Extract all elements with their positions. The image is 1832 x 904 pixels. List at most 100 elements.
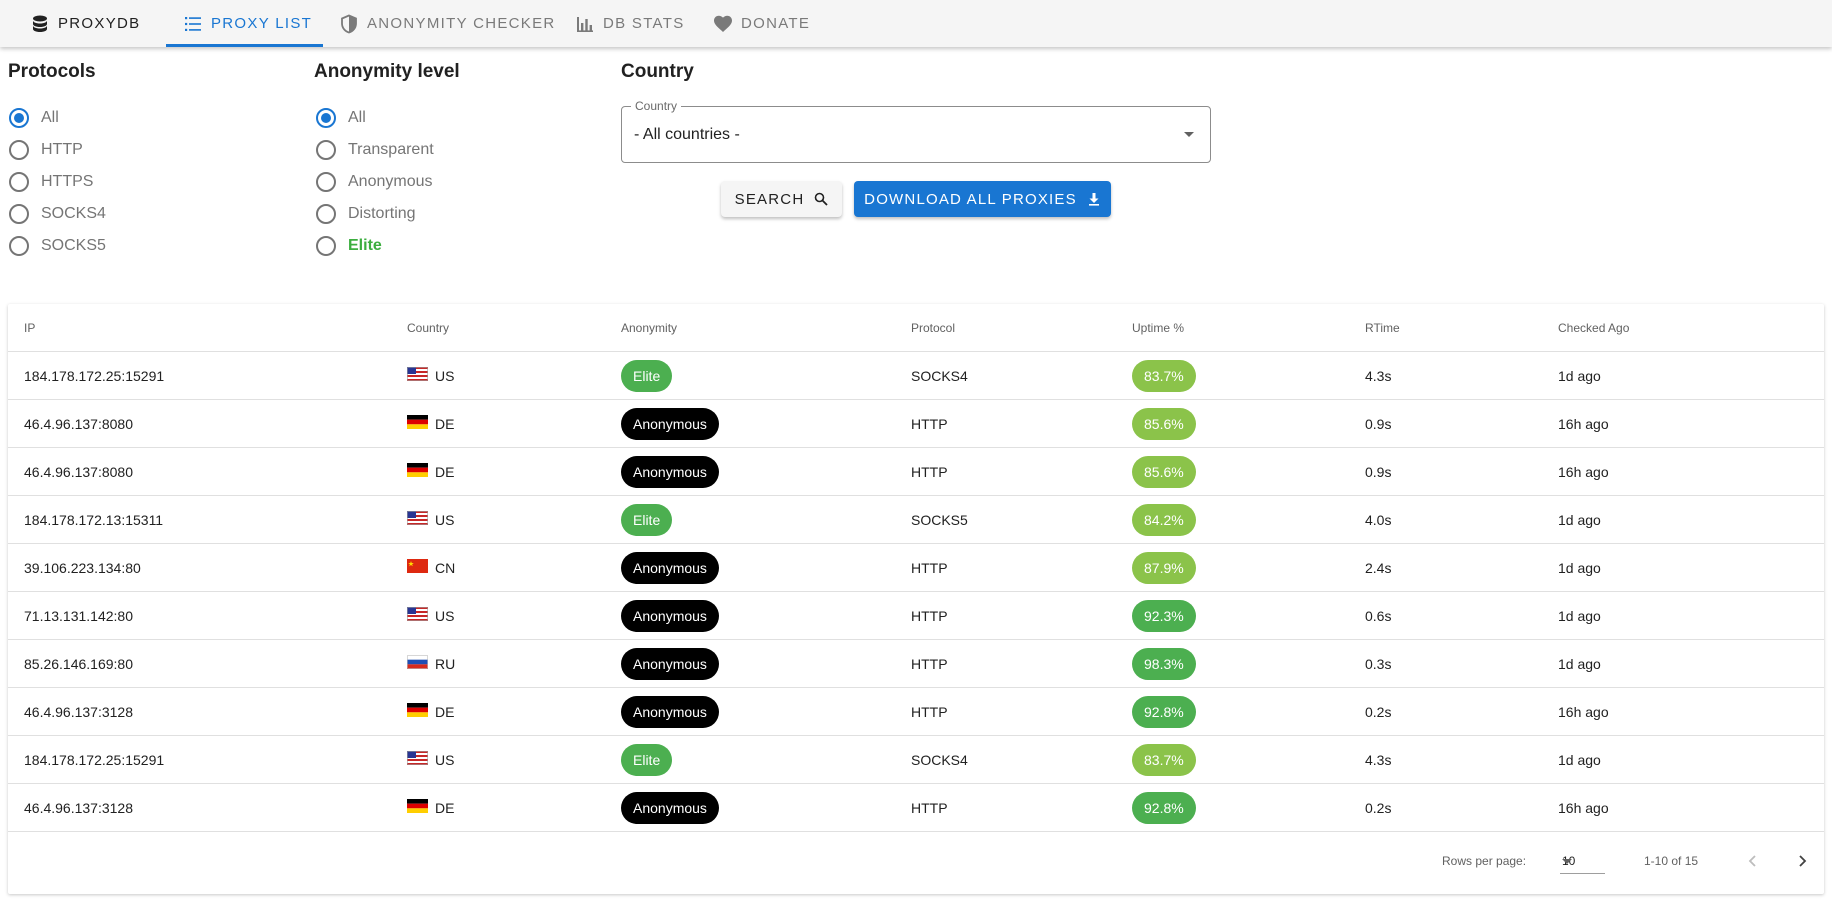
rows-per-page-select[interactable]: 10 [1560,848,1605,874]
column-header-checked-ago[interactable]: Checked Ago [1558,321,1629,335]
country-cell: CN [407,559,456,576]
top-app-bar: PROXYDB PROXY LIST ANONYMITY CHECKER DB … [0,0,1832,47]
protocol-radio-socks5[interactable]: SOCKS5 [9,236,106,256]
country-cell: DE [407,799,454,816]
anonymity-radio-distorting[interactable]: Distorting [316,204,416,224]
table-row[interactable]: 46.4.96.137:8080 DE Anonymous HTTP 85.6% 0.9s… [8,400,1824,448]
table-row[interactable]: 46.4.96.137:8080 DE Anonymous HTTP 85.6% 0.9s… [8,448,1824,496]
country-cell: US [407,511,455,528]
uptime-badge: 85.6% [1132,408,1196,440]
column-header-protocol[interactable]: Protocol [911,321,955,335]
protocols-title: Protocols [8,61,96,82]
country-code: US [435,608,455,624]
table-row[interactable]: 184.178.172.25:15291 US Elite SOCKS4 83.7% 4.… [8,736,1824,784]
checked-ago-cell: 1d ago [1558,752,1601,768]
protocol-option-label: HTTP [41,141,83,158]
anonymity-badge: Anonymous [621,648,719,680]
dropdown-arrow-icon [1562,859,1572,864]
flag-de-icon [407,415,428,430]
previous-page-button[interactable] [1739,847,1767,875]
column-header-uptime[interactable]: Uptime % [1132,321,1184,335]
brand-logo[interactable]: PROXYDB [30,0,140,47]
table-row[interactable]: 46.4.96.137:3128 DE Anonymous HTTP 92.8% 0.2s… [8,784,1824,832]
search-icon [815,192,828,206]
tab-anonymity-checker[interactable]: ANONYMITY CHECKER [339,0,556,47]
rtime-cell: 0.3s [1365,656,1392,672]
tab-db-stats[interactable]: DB STATS [575,0,685,47]
table-row[interactable]: 46.4.96.137:3128 DE Anonymous HTTP 92.8% 0.2s… [8,688,1824,736]
rtime-cell: 4.3s [1365,368,1392,384]
column-header-rtime[interactable]: RTime [1365,321,1400,335]
rtime-cell: 4.3s [1365,752,1392,768]
uptime-badge: 84.2% [1132,504,1196,536]
tab-db-stats-label: DB STATS [603,15,685,32]
flag-cn-icon [407,559,428,574]
tab-anonymity-checker-label: ANONYMITY CHECKER [367,15,556,32]
search-button[interactable]: SEARCH [721,181,842,217]
protocol-radio-socks4[interactable]: SOCKS4 [9,204,106,224]
active-tab-indicator [166,44,323,47]
ip-cell: 46.4.96.137:3128 [24,800,133,816]
country-code: CN [435,560,456,576]
proxy-table: IP Country Anonymity Protocol Uptime % R… [8,304,1824,894]
tab-donate-label: DONATE [741,15,811,32]
rtime-cell: 0.2s [1365,704,1392,720]
column-header-country[interactable]: Country [407,321,449,335]
protocol-radio-all[interactable]: All [9,108,59,128]
protocol-radio-https[interactable]: HTTPS [9,172,93,192]
radio-unchecked-icon [316,140,336,160]
search-button-label: SEARCH [734,190,805,208]
ip-cell: 184.178.172.25:15291 [24,752,165,768]
tab-proxy-list[interactable]: PROXY LIST [183,0,312,47]
table-row[interactable]: 85.26.146.169:80 RU Anonymous HTTP 98.3% 0.3s… [8,640,1824,688]
uptime-badge: 87.9% [1132,552,1196,584]
uptime-badge: 85.6% [1132,456,1196,488]
anonymity-radio-anonymous[interactable]: Anonymous [316,172,433,192]
ip-cell: 71.13.131.142:80 [24,608,133,624]
tab-proxy-list-label: PROXY LIST [211,15,313,32]
list-icon [185,16,201,31]
anonymity-radio-transparent[interactable]: Transparent [316,140,434,160]
flag-de-icon [407,703,428,718]
protocol-cell: HTTP [911,560,948,576]
table-row[interactable]: 39.106.223.134:80 CN Anonymous HTTP 87.9% 2.4… [8,544,1824,592]
protocol-cell: HTTP [911,704,948,720]
table-row[interactable]: 184.178.172.25:15291 US Elite SOCKS4 83.7% 4.… [8,352,1824,400]
column-header-anonymity[interactable]: Anonymity [621,321,677,335]
download-all-proxies-button[interactable]: DOWNLOAD ALL PROXIES [854,181,1111,217]
anonymity-badge: Anonymous [621,696,719,728]
table-header: IP Country Anonymity Protocol Uptime % R… [8,304,1824,352]
country-select-value: - All countries - [634,126,740,143]
anonymity-radio-all[interactable]: All [316,108,366,128]
chevron-right-icon [1799,855,1807,867]
table-row[interactable]: 71.13.131.142:80 US Anonymous HTTP 92.3% 0.6s… [8,592,1824,640]
protocol-cell: SOCKS4 [911,752,968,768]
country-cell: DE [407,703,454,720]
country-cell: US [407,607,455,624]
anonymity-radio-elite[interactable]: Elite [316,236,382,256]
column-header-ip[interactable]: IP [24,321,35,335]
chevron-left-icon [1748,855,1756,867]
ip-cell: 184.178.172.25:15291 [24,368,165,384]
checked-ago-cell: 16h ago [1558,464,1609,480]
protocol-cell: HTTP [911,656,948,672]
rtime-cell: 0.9s [1365,416,1392,432]
country-code: US [435,368,455,384]
country-select[interactable]: Country - All countries - [621,99,1211,163]
flag-us-icon [407,607,428,622]
checked-ago-cell: 16h ago [1558,416,1609,432]
tab-donate[interactable]: DONATE [713,0,810,47]
next-page-button[interactable] [1788,847,1816,875]
country-code: US [435,512,455,528]
anonymity-option-label: All [348,109,366,126]
rtime-cell: 2.4s [1365,560,1392,576]
radio-unchecked-icon [316,236,336,256]
uptime-badge: 92.3% [1132,600,1196,632]
table-row[interactable]: 184.178.172.13:15311 US Elite SOCKS5 84.2% 4.… [8,496,1824,544]
radio-checked-icon [316,108,336,128]
anonymity-badge: Anonymous [621,456,719,488]
radio-unchecked-icon [9,204,29,224]
checked-ago-cell: 1d ago [1558,368,1601,384]
checked-ago-cell: 16h ago [1558,800,1609,816]
protocol-radio-http[interactable]: HTTP [9,140,83,160]
